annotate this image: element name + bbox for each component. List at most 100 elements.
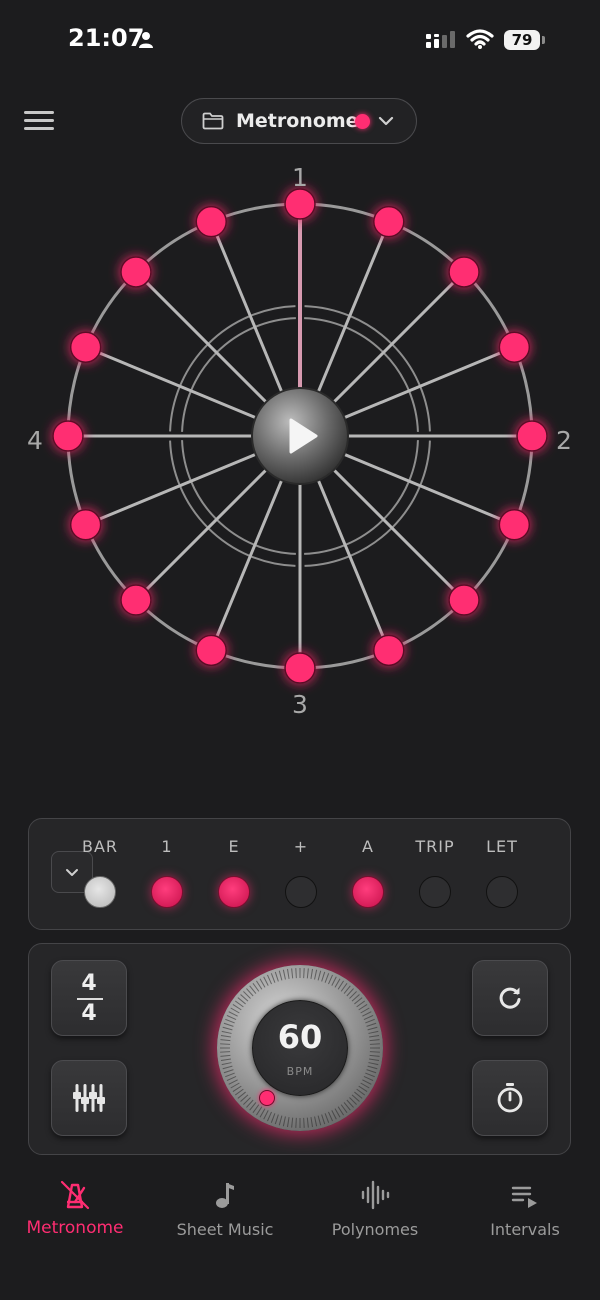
- dial-tick: [286, 968, 290, 979]
- beat-node[interactable]: [448, 584, 480, 616]
- beat-node[interactable]: [373, 634, 405, 667]
- dial-tick: [369, 1039, 380, 1042]
- subdivision-panel: BAR 1 E + A TRIP LET: [28, 818, 571, 930]
- dial-tick: [291, 1117, 294, 1128]
- dial-tick: [259, 978, 266, 988]
- spoke-line: [327, 270, 466, 409]
- time-signature-button[interactable]: 4 4: [51, 960, 127, 1036]
- dial-tick: [363, 1076, 374, 1081]
- dial-tick: [367, 1065, 378, 1070]
- beat-node[interactable]: [120, 584, 152, 616]
- dial-indicator: [259, 1090, 275, 1106]
- dial-tick: [234, 1000, 244, 1008]
- menu-icon: [24, 111, 54, 114]
- subdivision-label: TRIP: [415, 837, 455, 856]
- dial-tick: [363, 1015, 374, 1020]
- subdivision-label: A: [362, 837, 374, 856]
- beat-node[interactable]: [498, 509, 531, 541]
- dial-tick: [328, 1111, 333, 1122]
- dial-tick: [267, 974, 272, 985]
- status-dot: [355, 114, 370, 129]
- preset-selector[interactable]: Metronome: [181, 98, 417, 144]
- dial-tick: [230, 1082, 240, 1089]
- dial-tick: [303, 968, 305, 979]
- dial-tick: [230, 1007, 240, 1014]
- tab-intervals[interactable]: Intervals: [450, 1170, 600, 1250]
- subdivision-label: 1: [161, 837, 173, 856]
- play-button[interactable]: [251, 387, 349, 485]
- dial-tick: [306, 968, 309, 979]
- reset-button[interactable]: [472, 960, 548, 1036]
- beat-node[interactable]: [52, 420, 84, 452]
- dial-tick: [225, 1072, 235, 1078]
- subdivision-toggle[interactable]: [486, 876, 518, 908]
- dial-tick: [365, 1018, 375, 1024]
- refresh-icon: [499, 987, 521, 1009]
- subdivision-toggle[interactable]: [419, 876, 451, 908]
- dial-tick: [356, 1000, 366, 1008]
- dial-tick: [303, 1117, 305, 1128]
- beat-node[interactable]: [120, 256, 152, 288]
- beat-label-1: 1: [292, 163, 308, 192]
- spoke-line: [85, 345, 264, 423]
- subdivision-toggle[interactable]: [285, 876, 317, 908]
- mixer-button[interactable]: [51, 1060, 127, 1136]
- dial-tick: [226, 1015, 237, 1020]
- dial-tick: [331, 976, 337, 986]
- beat-node[interactable]: [448, 256, 480, 288]
- tab-sheet-music[interactable]: Sheet Music: [150, 1170, 300, 1250]
- subdivision-label: LET: [486, 837, 518, 856]
- subdivision-toggle[interactable]: [84, 876, 116, 908]
- timer-button[interactable]: [472, 1060, 548, 1136]
- dial-tick: [356, 1088, 366, 1096]
- dial-tick: [232, 1004, 242, 1011]
- beat-node[interactable]: [516, 420, 548, 452]
- dial-tick: [362, 1011, 372, 1017]
- tab-polynomes[interactable]: Polynomes: [300, 1170, 450, 1250]
- time-signature-bottom: 4: [81, 1001, 97, 1026]
- tab-label: Sheet Music: [176, 1220, 274, 1239]
- tab-metronome[interactable]: Metronome: [0, 1170, 150, 1250]
- beat-node[interactable]: [69, 331, 102, 363]
- beat-node[interactable]: [498, 331, 531, 363]
- playlist-icon: [511, 1186, 537, 1208]
- subdivision-toggle[interactable]: [352, 876, 384, 908]
- spoke-line: [313, 221, 391, 400]
- subdivision-toggle[interactable]: [151, 876, 183, 908]
- dial-tick: [220, 1039, 231, 1042]
- stopwatch-icon: [497, 1083, 523, 1113]
- dial-tick: [368, 1062, 379, 1066]
- fraction-line: [77, 998, 103, 1000]
- menu-button[interactable]: [24, 108, 54, 134]
- dial-tick: [321, 971, 326, 982]
- dial-tick: [340, 982, 348, 992]
- dial-tick: [220, 1034, 231, 1038]
- dial-tick: [365, 1072, 375, 1078]
- beat-node[interactable]: [69, 509, 102, 541]
- dial-tick: [291, 968, 294, 979]
- spoke-line: [336, 345, 515, 423]
- dial-tick: [369, 1043, 380, 1045]
- dial-tick: [295, 1117, 297, 1128]
- dial-tick: [232, 1085, 242, 1092]
- beat-node[interactable]: [373, 205, 405, 238]
- dial-tick: [228, 1011, 238, 1017]
- dial-tick: [223, 1069, 234, 1074]
- dial-tick: [360, 1007, 370, 1014]
- tempo-dial[interactable]: 60 BPM: [217, 965, 383, 1131]
- dial-tick: [295, 968, 297, 979]
- beat-node[interactable]: [195, 205, 227, 238]
- dial-tick: [278, 970, 283, 981]
- battery-level: 79: [504, 30, 540, 50]
- dial-tick: [314, 969, 318, 980]
- beat-node[interactable]: [195, 634, 227, 667]
- beat-node[interactable]: [284, 652, 316, 684]
- subdivision-toggle[interactable]: [218, 876, 250, 908]
- dial-tick: [334, 1108, 341, 1118]
- dial-tick: [263, 1110, 269, 1120]
- dial-tick: [366, 1022, 377, 1027]
- tab-bar: Metronome Sheet Music Polynomes Interval…: [0, 1170, 600, 1300]
- beat-node[interactable]: [284, 188, 316, 220]
- spoke-line: [134, 270, 273, 409]
- dial-tick: [221, 1062, 232, 1066]
